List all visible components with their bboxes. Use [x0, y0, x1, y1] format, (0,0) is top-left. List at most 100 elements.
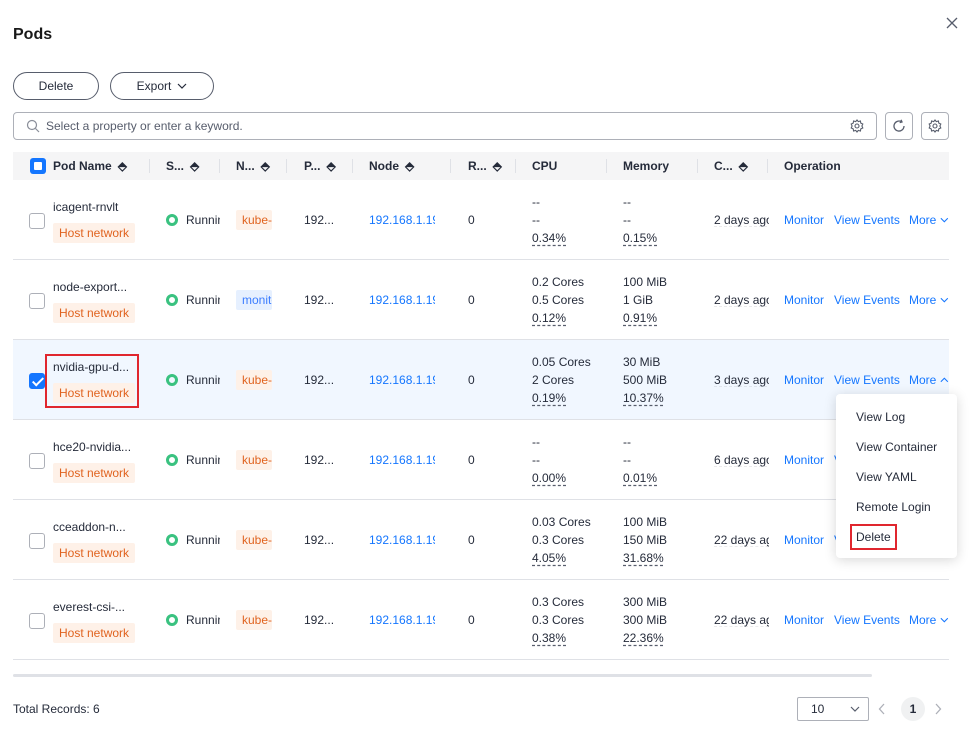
th-namespace[interactable]: N... ⬘ [236, 152, 270, 180]
sort-icon[interactable]: ⬘ [493, 159, 502, 173]
page-size-select[interactable]: 10 [797, 697, 869, 721]
status-text: Running [186, 613, 220, 627]
namespace-tag: kube-system [236, 530, 272, 550]
total-records: Total Records: 6 [13, 702, 100, 716]
sort-icon[interactable]: ⬘ [190, 159, 199, 173]
more-link[interactable]: More [909, 213, 949, 227]
status-text: Running [186, 293, 220, 307]
monitor-link[interactable]: Monitor [784, 293, 824, 307]
mem-request: 300 MiB [623, 595, 668, 609]
delete-button[interactable]: Delete [13, 72, 99, 100]
mem-percent: 0.15% [623, 231, 658, 245]
th-status[interactable]: S... ⬘ [166, 152, 199, 180]
running-status-icon [166, 374, 178, 386]
row-checkbox[interactable] [29, 453, 45, 469]
close-icon[interactable] [945, 16, 961, 32]
mem-request: 30 MiB [623, 355, 661, 369]
th-node[interactable]: Node ⬘ [369, 152, 414, 180]
status: Running [166, 613, 220, 627]
node-link[interactable]: 192.168.1.19 [369, 293, 435, 307]
view-events-link[interactable]: View Events [834, 373, 900, 387]
status-text: Running [186, 213, 220, 227]
view-events-link[interactable]: View Events [834, 213, 900, 227]
menu-view-yaml[interactable]: View YAML [836, 462, 957, 492]
monitor-link[interactable]: Monitor [784, 453, 824, 467]
export-button[interactable]: Export [110, 72, 214, 100]
view-events-link[interactable]: View Events [834, 293, 900, 307]
sort-icon[interactable]: ⬘ [326, 159, 335, 173]
next-page-icon[interactable] [934, 703, 942, 718]
status: Running [166, 533, 220, 547]
menu-view-container[interactable]: View Container [836, 432, 957, 462]
row-checkbox[interactable] [29, 213, 45, 229]
monitor-link[interactable]: Monitor [784, 213, 824, 227]
created-time: 2 days ago [714, 293, 769, 307]
cpu-usage: 0.3 Cores 0.3 Cores 0.38% [532, 593, 584, 647]
namespace-tag: monitoring [236, 290, 272, 310]
row-checkbox[interactable] [29, 293, 45, 309]
more-label: More [909, 373, 937, 387]
pod-ip: 192... [304, 613, 335, 627]
chevron-down-icon [177, 83, 187, 89]
th-pod-ip[interactable]: P... ⬘ [304, 152, 336, 180]
running-status-icon [166, 534, 178, 546]
pod-ip: 192... [304, 453, 335, 467]
pod-ip: 192... [304, 293, 335, 307]
menu-view-log[interactable]: View Log [836, 402, 957, 432]
th-cpu: CPU [532, 159, 558, 173]
table-row: icagent-rnvlt Host network Running kube-… [13, 180, 949, 260]
sort-icon[interactable]: ⬘ [739, 159, 748, 173]
sort-icon[interactable]: ⬘ [405, 159, 414, 173]
node-link[interactable]: 192.168.1.19 [369, 213, 435, 227]
page-number[interactable]: 1 [901, 697, 925, 721]
more-label: More [909, 213, 937, 227]
mem-percent: 0.91% [623, 311, 658, 325]
monitor-link[interactable]: Monitor [784, 613, 824, 627]
refresh-button[interactable] [885, 112, 913, 140]
menu-remote-login[interactable]: Remote Login [836, 492, 957, 522]
search-bar[interactable] [13, 112, 877, 140]
row-checkbox[interactable] [29, 373, 45, 389]
pod-ip: 192... [304, 373, 335, 387]
th-created[interactable]: C... ⬘ [714, 152, 748, 180]
row-checkbox[interactable] [29, 533, 45, 549]
more-link[interactable]: More [909, 373, 949, 387]
view-events-link[interactable]: View Events [834, 613, 900, 627]
cpu-limit: 2 Cores [532, 373, 575, 387]
cpu-usage: 0.03 Cores 0.3 Cores 4.05% [532, 513, 591, 567]
cpu-request: 0.03 Cores [532, 515, 591, 529]
node-link[interactable]: 192.168.1.19 [369, 453, 435, 467]
search-settings-icon[interactable] [850, 119, 864, 136]
restarts: 0 [468, 533, 475, 547]
node-link[interactable]: 192.168.1.19 [369, 373, 435, 387]
sort-icon[interactable]: ⬘ [118, 159, 127, 173]
table-settings-button[interactable] [921, 112, 949, 140]
th-operation: Operation [784, 159, 841, 173]
cpu-usage: -- -- 0.34% [532, 193, 566, 247]
search-input[interactable] [46, 119, 806, 133]
th-restarts[interactable]: R... ⬘ [468, 152, 502, 180]
status-text: Running [186, 453, 220, 467]
select-all-checkbox[interactable] [30, 158, 46, 174]
menu-delete[interactable]: Delete [836, 522, 957, 552]
host-network-tag: Host network [53, 543, 136, 563]
node-link[interactable]: 192.168.1.19 [369, 533, 435, 547]
mem-percent: 0.01% [623, 471, 658, 485]
monitor-link[interactable]: Monitor [784, 373, 824, 387]
prev-page-icon[interactable] [878, 703, 886, 718]
more-link[interactable]: More [909, 613, 949, 627]
chevron-down-icon [940, 217, 949, 223]
th-pod-name[interactable]: Pod Name ⬘ [53, 152, 127, 180]
mem-request: 100 MiB [623, 275, 668, 289]
more-link[interactable]: More [909, 293, 949, 307]
node-link[interactable]: 192.168.1.19 [369, 613, 435, 627]
cpu-limit: -- [532, 213, 540, 227]
restarts: 0 [468, 293, 475, 307]
table-header: Pod Name ⬘ S... ⬘ N... ⬘ P... ⬘ Node ⬘ R... ⬘ … [13, 152, 949, 180]
cpu-usage: -- -- 0.00% [532, 433, 566, 487]
monitor-link[interactable]: Monitor [784, 533, 824, 547]
row-checkbox[interactable] [29, 613, 45, 629]
restarts: 0 [468, 373, 475, 387]
horizontal-scrollbar[interactable] [13, 674, 872, 677]
sort-icon[interactable]: ⬘ [261, 159, 270, 173]
